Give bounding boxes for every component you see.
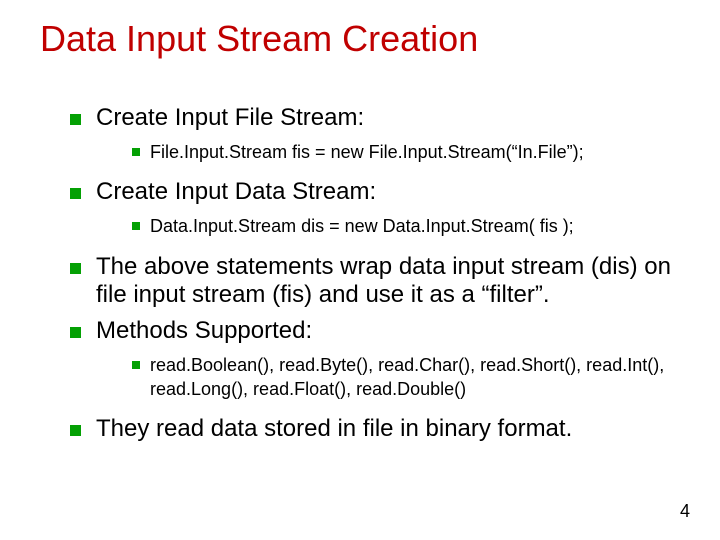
bullet-item: They read data stored in file in binary …	[70, 415, 680, 443]
sub-bullet-item: Data.Input.Stream dis = new Data.Input.S…	[132, 214, 680, 238]
bullet-item: Methods Supported: read.Boolean(), read.…	[70, 317, 680, 402]
bullet-list: Create Input File Stream: File.Input.Str…	[70, 104, 680, 443]
sub-bullet-item: read.Boolean(), read.Byte(), read.Char()…	[132, 353, 680, 402]
bullet-text: Create Input Data Stream:	[96, 178, 376, 205]
slide-title: Data Input Stream Creation	[40, 18, 680, 60]
bullet-text: They read data stored in file in binary …	[96, 415, 572, 442]
bullet-text: Methods Supported:	[96, 317, 312, 344]
bullet-item: Create Input File Stream: File.Input.Str…	[70, 104, 680, 164]
sub-bullet-item: File.Input.Stream fis = new File.Input.S…	[132, 140, 680, 164]
bullet-text: Create Input File Stream:	[96, 104, 364, 131]
bullet-item: Create Input Data Stream: Data.Input.Str…	[70, 178, 680, 238]
sub-list: read.Boolean(), read.Byte(), read.Char()…	[132, 353, 680, 402]
bullet-text: The above statements wrap data input str…	[96, 253, 671, 308]
slide: Data Input Stream Creation Create Input …	[0, 0, 720, 540]
bullet-item: The above statements wrap data input str…	[70, 253, 680, 309]
sub-list: File.Input.Stream fis = new File.Input.S…	[132, 140, 680, 164]
sub-list: Data.Input.Stream dis = new Data.Input.S…	[132, 214, 680, 238]
page-number: 4	[680, 501, 690, 522]
